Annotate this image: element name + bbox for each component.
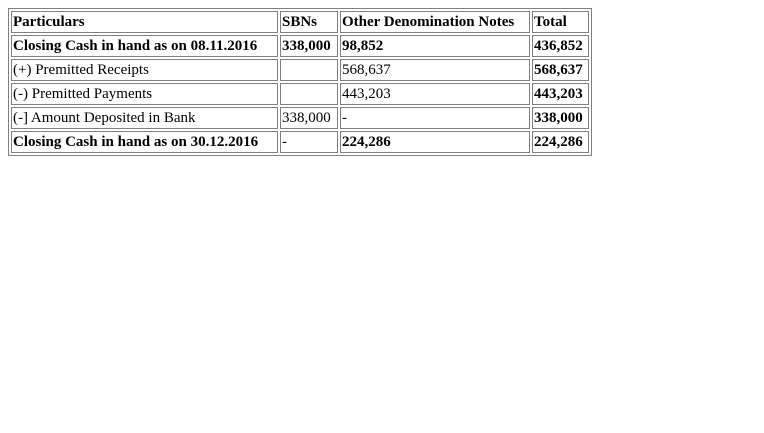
header-particulars: Particulars <box>11 11 278 33</box>
cell-total: 224,286 <box>532 131 589 153</box>
cell-particulars: Closing Cash in hand as on 30.12.2016 <box>11 131 278 153</box>
header-other-denomination-notes: Other Denomination Notes <box>340 11 530 33</box>
table-header-row: Particulars SBNs Other Denomination Note… <box>11 11 589 33</box>
cell-total: 436,852 <box>532 35 589 57</box>
cell-total: 443,203 <box>532 83 589 105</box>
cell-sbns: - <box>280 131 338 153</box>
table-row: Closing Cash in hand as on 30.12.2016 - … <box>11 131 589 153</box>
cell-other: - <box>340 107 530 129</box>
header-sbns: SBNs <box>280 11 338 33</box>
cell-particulars: (-) Premitted Payments <box>11 83 278 105</box>
cell-particulars: Closing Cash in hand as on 08.11.2016 <box>11 35 278 57</box>
cell-particulars: (+) Premitted Receipts <box>11 59 278 81</box>
cell-sbns <box>280 83 338 105</box>
cell-particulars: (-] Amount Deposited in Bank <box>11 107 278 129</box>
cash-denomination-table: Particulars SBNs Other Denomination Note… <box>8 8 592 156</box>
cell-total: 338,000 <box>532 107 589 129</box>
table-row: Closing Cash in hand as on 08.11.2016 33… <box>11 35 589 57</box>
cell-total: 568,637 <box>532 59 589 81</box>
table-row: (-) Premitted Payments 443,203 443,203 <box>11 83 589 105</box>
cell-other: 98,852 <box>340 35 530 57</box>
cell-sbns: 338,000 <box>280 35 338 57</box>
header-total: Total <box>532 11 589 33</box>
table-row: (+) Premitted Receipts 568,637 568,637 <box>11 59 589 81</box>
cell-sbns <box>280 59 338 81</box>
cell-sbns: 338,000 <box>280 107 338 129</box>
cash-table-container: Particulars SBNs Other Denomination Note… <box>8 8 592 156</box>
cell-other: 443,203 <box>340 83 530 105</box>
cell-other: 568,637 <box>340 59 530 81</box>
table-row: (-] Amount Deposited in Bank 338,000 - 3… <box>11 107 589 129</box>
cell-other: 224,286 <box>340 131 530 153</box>
